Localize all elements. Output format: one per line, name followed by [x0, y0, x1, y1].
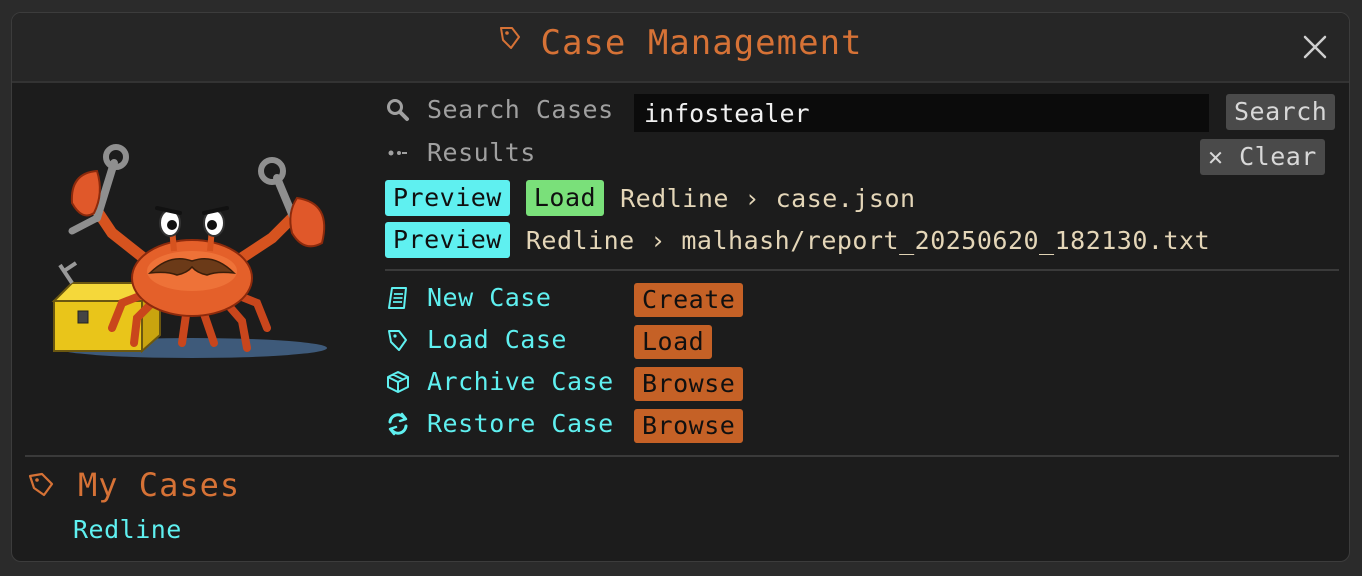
dots-icon [385, 140, 411, 166]
create-case-button[interactable]: Create [634, 283, 744, 317]
load-result-button[interactable]: Load [525, 180, 605, 216]
section-divider [25, 455, 1339, 457]
window-title: Case Management [12, 23, 1349, 65]
search-icon [385, 97, 411, 123]
preview-button[interactable]: Preview [385, 180, 510, 216]
results-divider [385, 269, 1339, 271]
refresh-icon [385, 411, 411, 437]
my-cases-header: My Cases [26, 466, 240, 504]
document-icon [385, 285, 411, 311]
tag-icon [385, 327, 411, 353]
result-path: Redline › case.json [620, 183, 916, 213]
case-management-window: Case Management Search Cases infostealer… [11, 12, 1350, 562]
search-button[interactable]: Search [1226, 94, 1336, 130]
result-path: Redline › malhash/report_20250620_182130… [525, 225, 1211, 255]
action-restore-case: Restore Case [385, 409, 614, 438]
box-icon [385, 369, 411, 395]
title-bar: Case Management [12, 13, 1349, 83]
close-icon[interactable] [1301, 33, 1329, 61]
case-item-redline[interactable]: Redline [73, 515, 182, 544]
action-label: Archive Case [427, 367, 614, 396]
action-label: Load Case [427, 325, 567, 354]
tag-icon [498, 20, 522, 60]
action-archive-case: Archive Case [385, 367, 614, 396]
action-load-case: Load Case [385, 325, 567, 354]
action-label: Restore Case [427, 409, 614, 438]
search-input[interactable] [634, 94, 1209, 132]
action-new-case: New Case [385, 283, 551, 312]
archive-browse-button[interactable]: Browse [634, 367, 744, 401]
window-title-text: Case Management [540, 23, 863, 63]
action-label: New Case [427, 283, 552, 312]
results-header: Results [385, 138, 536, 167]
result-item: Preview Redline › malhash/report_2025062… [385, 222, 1210, 258]
preview-button[interactable]: Preview [385, 222, 510, 258]
crab-mascot-image [42, 143, 332, 363]
search-label: Search Cases [427, 95, 614, 124]
result-item: Preview Load Redline › case.json [385, 180, 916, 216]
clear-button[interactable]: ✕ Clear [1200, 139, 1325, 175]
load-case-button[interactable]: Load [634, 325, 713, 359]
restore-browse-button[interactable]: Browse [634, 409, 744, 443]
search-row: Search Cases [385, 95, 614, 124]
my-cases-title: My Cases [78, 466, 241, 504]
results-label: Results [427, 138, 536, 167]
tag-icon [26, 470, 56, 500]
